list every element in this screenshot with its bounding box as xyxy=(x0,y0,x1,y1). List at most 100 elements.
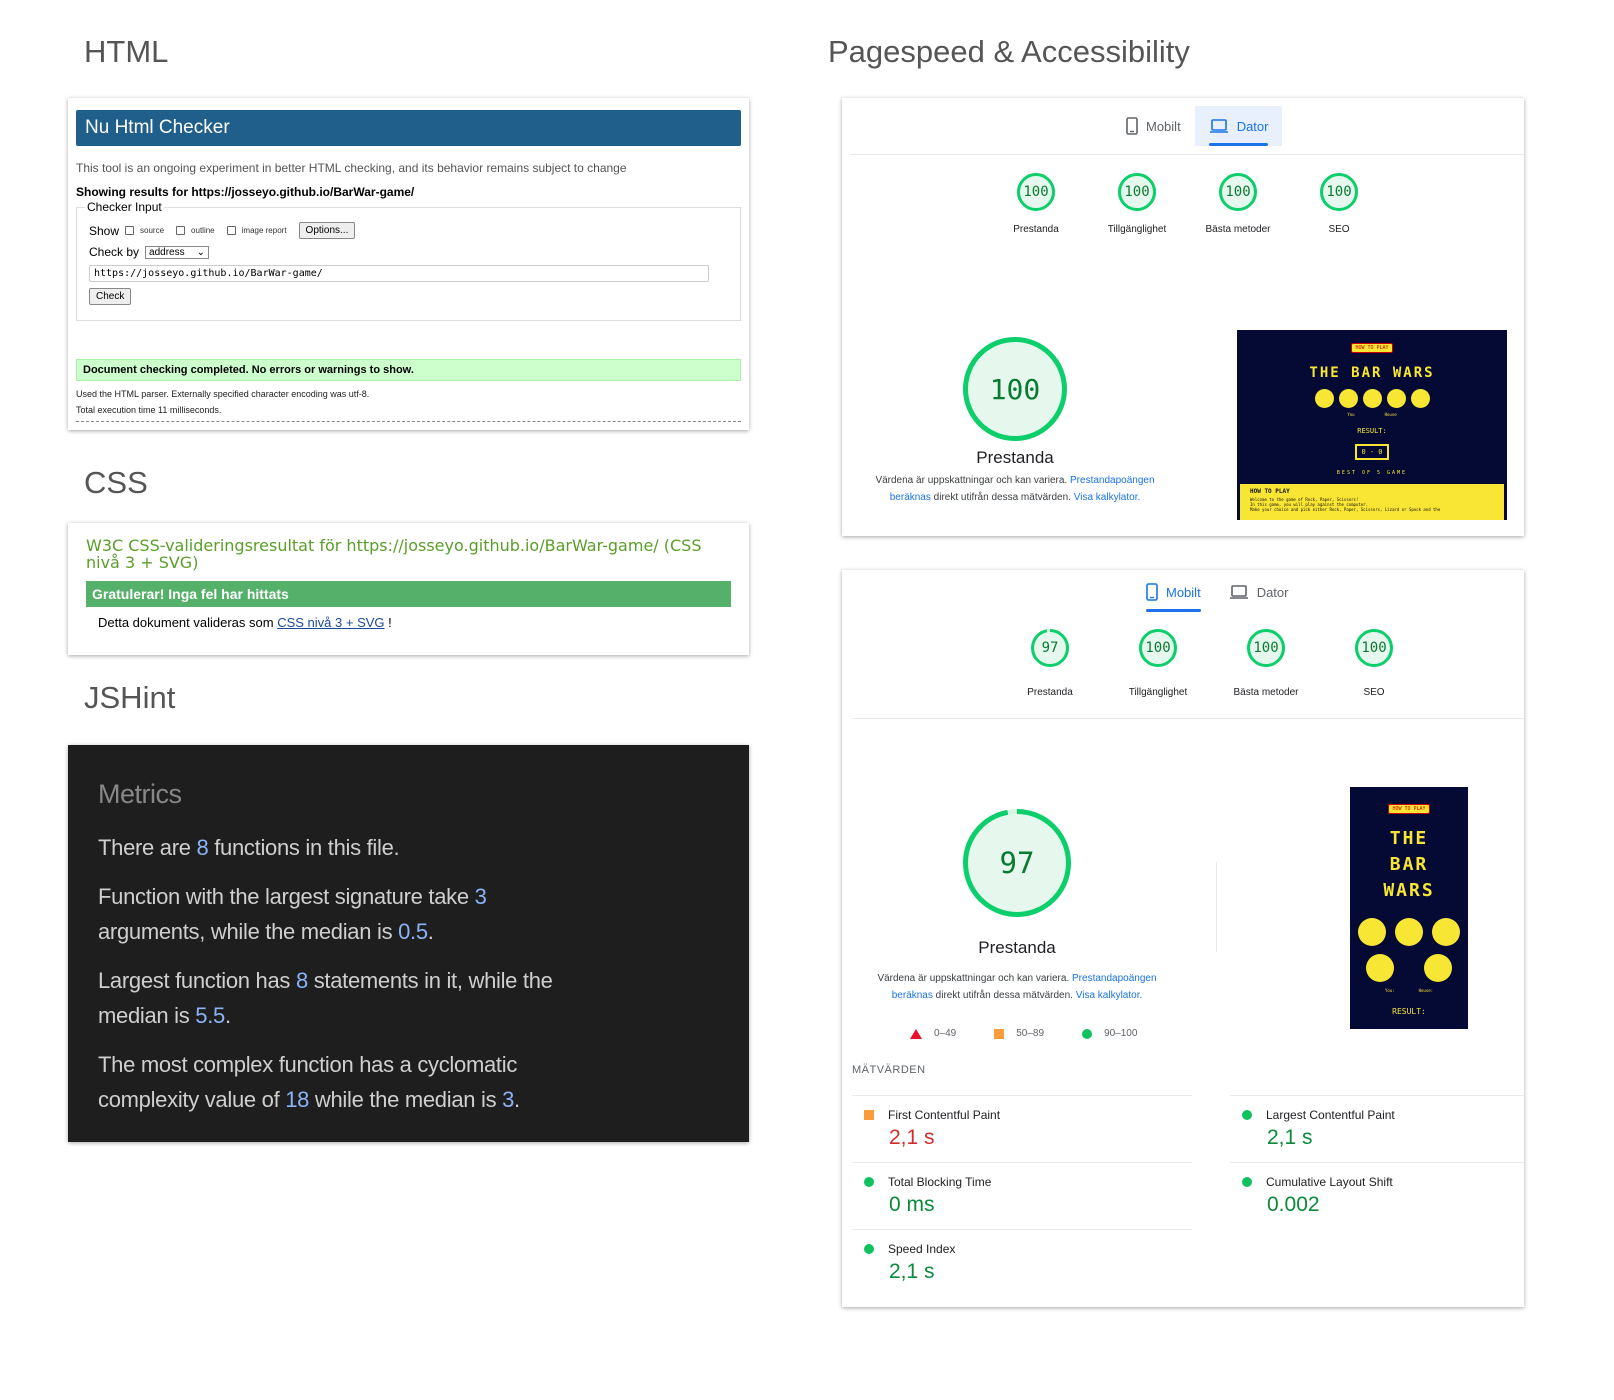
metric-value: 0.002 xyxy=(1267,1193,1320,1216)
circle-icon xyxy=(1242,1177,1252,1187)
laptop-icon xyxy=(1209,119,1228,133)
calculator-link[interactable]: Visa kalkylator. xyxy=(1076,990,1143,1001)
tab-desktop[interactable]: Dator xyxy=(1194,106,1283,146)
metric-item[interactable]: First Contentful Paint 2,1 s xyxy=(852,1095,1192,1150)
text: . xyxy=(427,919,434,944)
calculator-link[interactable]: Visa kalkylator. xyxy=(1074,492,1141,503)
metric-label: Total Blocking Time xyxy=(888,1175,992,1189)
tab-mobile-label: Mobilt xyxy=(1166,584,1201,600)
house-label: House xyxy=(1384,412,1397,417)
game-title: THE BAR WARS xyxy=(1350,826,1468,904)
you-label: You: xyxy=(1384,988,1395,993)
rock-icon xyxy=(1358,918,1386,946)
metric-item[interactable]: Speed Index 2,1 s xyxy=(852,1229,1192,1284)
text: There are xyxy=(98,835,191,860)
image-report-checkbox[interactable] xyxy=(226,226,236,235)
tab-mobile[interactable]: Mobilt xyxy=(1132,572,1215,612)
tab-desktop-label: Dator xyxy=(1256,584,1289,600)
tab-mobile-label: Mobilt xyxy=(1146,118,1181,134)
check-by-label: Check by xyxy=(89,245,140,259)
text: while the median is xyxy=(314,1087,497,1112)
score-gauge[interactable]: 100 xyxy=(1016,172,1056,212)
vertical-divider xyxy=(1216,862,1217,952)
lizard-icon xyxy=(1366,954,1394,982)
legend-average: 50–89 xyxy=(994,1028,1044,1039)
metric-item[interactable]: Cumulative Layout Shift 0.002 xyxy=(1230,1162,1524,1217)
how-panel-title: HOW TO PLAY xyxy=(1250,488,1290,495)
gauge-score: 97 xyxy=(1041,640,1059,656)
divider xyxy=(852,718,1524,719)
choice-icons-row-1 xyxy=(1350,918,1468,946)
text: arguments, while the median is xyxy=(98,919,393,944)
divider xyxy=(850,154,1524,155)
jshint-section-title: JSHint xyxy=(84,680,176,715)
score-gauge[interactable]: 100 xyxy=(1246,628,1286,668)
score-gauge[interactable]: 100 xyxy=(1138,628,1178,668)
text: Largest function has xyxy=(98,968,291,993)
metric-label-row: First Contentful Paint xyxy=(852,1108,1192,1122)
metric-label: First Contentful Paint xyxy=(888,1108,1001,1122)
gauge-label: Tillgänglighet xyxy=(1107,224,1167,235)
device-tabs: Mobilt Dator xyxy=(1132,572,1302,612)
css-section-title: CSS xyxy=(84,465,148,500)
score-gauge[interactable]: 100 xyxy=(1117,172,1157,212)
score-gauge[interactable]: 100 xyxy=(1218,172,1258,212)
legend-fail-label: 0–49 xyxy=(934,1028,957,1039)
metric-item[interactable]: Total Blocking Time 0 ms xyxy=(852,1162,1192,1217)
phone-icon xyxy=(1126,117,1138,135)
check-by-select[interactable]: address ⌄ xyxy=(145,245,210,259)
tab-mobile[interactable]: Mobilt xyxy=(1112,106,1195,146)
metric-label: Largest Contentful Paint xyxy=(1266,1108,1395,1122)
metric-item[interactable]: Largest Contentful Paint 2,1 s xyxy=(1230,1095,1524,1150)
lighthouse-desktop-report: Mobilt Dator 100 Prestanda 100 Tillgängligh… xyxy=(842,98,1524,536)
check-button[interactable]: Check xyxy=(89,288,132,305)
metric-label-row: Speed Index xyxy=(852,1242,1192,1256)
circle-icon xyxy=(864,1177,874,1187)
legend-fail: 0–49 xyxy=(910,1028,956,1039)
legend-average-label: 50–89 xyxy=(1016,1028,1045,1039)
w3c-result-title: W3C CSS-valideringsresultat för https://… xyxy=(86,536,702,572)
chevron-down-icon: ⌄ xyxy=(196,246,206,258)
gauge-label: SEO xyxy=(1328,224,1350,235)
tab-desktop[interactable]: Dator xyxy=(1215,572,1303,612)
score-gauge[interactable]: 100 xyxy=(1354,628,1394,668)
note-text: direkt utifrån dessa mätvärden. xyxy=(935,990,1073,1001)
score-gauge[interactable]: 100 xyxy=(1319,172,1359,212)
spock-icon xyxy=(1424,954,1452,982)
url-input[interactable]: https://josseyo.github.io/BarWar-game/ xyxy=(89,265,709,282)
spock-icon xyxy=(1410,389,1430,408)
value: 8 xyxy=(196,835,209,860)
metric-value: 2,1 s xyxy=(889,1126,935,1149)
square-icon xyxy=(994,1028,1005,1039)
value: 0.5 xyxy=(398,919,428,944)
game-title: THE BAR WARS xyxy=(1309,365,1435,381)
text: . xyxy=(514,1087,520,1112)
metric-label-row: Cumulative Layout Shift xyxy=(1230,1175,1524,1189)
scissors-icon xyxy=(1362,389,1382,408)
how-panel-text: Make your choice and pick either Rock, P… xyxy=(1250,507,1441,512)
value: 3 xyxy=(502,1087,515,1112)
performance-score: 100 xyxy=(989,372,1041,406)
source-label: source xyxy=(140,226,165,235)
performance-score: 97 xyxy=(999,846,1035,880)
metric-label: Speed Index xyxy=(888,1242,956,1256)
gauge-score: 100 xyxy=(1326,184,1352,200)
circle-icon xyxy=(1242,1110,1252,1120)
note-text: Värdena är uppskattningar och kan varier… xyxy=(877,973,1070,984)
score-gauge[interactable]: 97 xyxy=(1030,628,1070,668)
value: 3 xyxy=(474,884,487,909)
show-label: Show xyxy=(89,223,120,238)
legend-pass-label: 90–100 xyxy=(1104,1028,1138,1039)
score-box: 0 - 0 xyxy=(1355,444,1389,460)
active-tab-underline xyxy=(1208,143,1269,146)
value: 18 xyxy=(285,1087,310,1112)
score-note: Värdena är uppskattningar och kan varier… xyxy=(862,472,1168,506)
css-level-link[interactable]: CSS nivå 3 + SVG xyxy=(277,615,384,630)
square-icon xyxy=(864,1110,874,1120)
outline-checkbox[interactable] xyxy=(176,226,186,235)
validation-text-before: Detta dokument valideras som xyxy=(98,615,274,630)
best-of-label: BEST OF 5 GAME xyxy=(1336,470,1408,476)
options-button[interactable]: Options... xyxy=(298,222,356,239)
choice-icons xyxy=(1237,389,1507,408)
source-checkbox[interactable] xyxy=(125,226,135,235)
